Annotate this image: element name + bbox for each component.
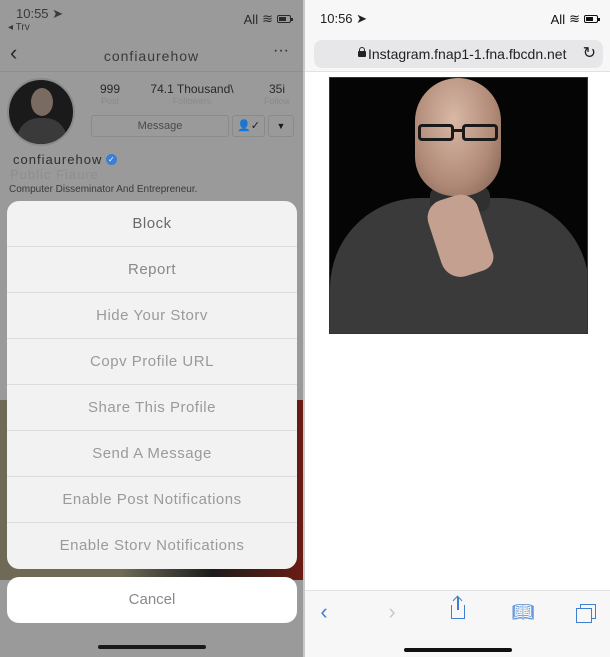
instagram-profile-screen: 10:55 ➤ ◂ Trv All ≋ ‹ confiaurehow ··· 9… [0, 0, 303, 657]
lock-icon [358, 47, 366, 57]
battery-icon [277, 15, 293, 23]
profile-stats: 999 Post 74.1 Thousand\ Followers 35i Fo… [100, 82, 290, 106]
action-report[interactable]: Report [7, 247, 297, 293]
share-icon [451, 597, 465, 619]
stat-label: Followers [172, 96, 212, 106]
action-hide-story[interactable]: Hide Your Storv [7, 293, 297, 339]
stat-followers[interactable]: 74.1 Thousand\ Followers [150, 82, 233, 106]
profile-category: Public Fiaure [10, 167, 99, 182]
back-to-app-link[interactable]: ◂ Trv [8, 22, 30, 33]
location-icon: ➤ [52, 6, 64, 21]
profile-title: confiaurehow [103, 48, 200, 64]
caret-down-icon: ▼ [276, 121, 286, 131]
tabs-icon [576, 604, 596, 623]
back-button[interactable]: ‹ [309, 599, 339, 625]
person-check-icon: 👤✓ [237, 120, 260, 132]
screenshot-composite: 10:55 ➤ ◂ Trv All ≋ ‹ confiaurehow ··· 9… [0, 0, 610, 657]
action-copy-profile-url[interactable]: Copv Profile URL [7, 339, 297, 385]
home-indicator[interactable] [404, 648, 512, 652]
battery-icon [584, 15, 600, 23]
address-bar-container: Instagram.fnap1-1.fna.fbcdn.net ↻ [305, 36, 610, 72]
carrier-label: All [550, 11, 566, 27]
stat-value: 74.1 Thousand\ [150, 82, 234, 96]
status-bar: 10:55 ➤ ◂ Trv All ≋ [0, 0, 303, 36]
stat-label: Follow [263, 96, 290, 106]
status-bar: 10:56 ➤ All ≋ [305, 0, 610, 36]
status-indicators: All ≋ [550, 11, 600, 27]
stat-value: 999 [100, 82, 121, 96]
address-bar[interactable]: Instagram.fnap1-1.fna.fbcdn.net ↻ [314, 40, 603, 68]
action-block[interactable]: Block [7, 201, 297, 247]
verified-badge-icon: ✓ [106, 154, 118, 165]
stat-label: Post [101, 96, 120, 106]
status-time: 10:55 ➤ [16, 6, 64, 21]
avatar-head [31, 88, 53, 116]
status-time: 10:56 ➤ [320, 11, 368, 26]
tabs-button[interactable] [571, 599, 601, 625]
profile-username: confiaurehow ✓ [13, 152, 118, 167]
share-button[interactable] [443, 597, 473, 625]
more-options-icon[interactable]: ··· [273, 42, 289, 60]
chevron-left-icon: ‹ [320, 599, 328, 624]
profile-bio: Computer Disseminator And Entrepreneur. [9, 184, 198, 195]
home-indicator[interactable] [98, 645, 206, 649]
suggestions-dropdown-button[interactable]: ▼ [268, 115, 294, 137]
action-enable-post-notifications[interactable]: Enable Post Notifications [7, 477, 297, 523]
stat-value: 35i [268, 82, 285, 96]
profile-photo-full [329, 77, 588, 334]
location-icon: ➤ [356, 11, 368, 26]
glasses-lens-right [462, 124, 498, 141]
glasses-lens-left [418, 124, 454, 141]
stat-following[interactable]: 35i Follow [264, 82, 290, 106]
action-share-profile[interactable]: Share This Profile [7, 385, 297, 431]
action-sheet: Block Report Hide Your Storv Copv Profil… [7, 201, 297, 569]
username-text: confiaurehow [13, 152, 103, 167]
reload-icon[interactable]: ↻ [583, 43, 596, 63]
book-icon: 📖︎ [511, 602, 535, 622]
carrier-label: All [243, 11, 259, 27]
glasses-bridge [454, 129, 462, 132]
stat-posts[interactable]: 999 Post [100, 82, 120, 106]
wifi-icon: ≋ [569, 11, 580, 26]
wifi-icon: ≋ [262, 11, 273, 26]
profile-avatar[interactable] [7, 78, 75, 146]
avatar-body [17, 118, 67, 144]
status-indicators: All ≋ [243, 11, 293, 27]
message-button[interactable]: Message [91, 115, 229, 137]
chevron-right-icon: › [388, 599, 396, 624]
cancel-button[interactable]: Cancel [7, 577, 297, 623]
forward-button[interactable]: › [377, 599, 407, 625]
bookmarks-button[interactable]: 📖︎ [508, 599, 538, 625]
action-enable-story-notifications[interactable]: Enable Storv Notifications [7, 523, 297, 569]
safari-toolbar: ‹ › 📖︎ [305, 590, 610, 657]
photo-glasses [416, 124, 502, 142]
profile-nav-bar: ‹ confiaurehow ··· [0, 36, 303, 72]
action-send-message[interactable]: Send A Message [7, 431, 297, 477]
following-button[interactable]: 👤✓ [232, 115, 265, 137]
safari-image-screen: 10:56 ➤ All ≋ Instagram.fnap1-1.fna.fbcd… [305, 0, 610, 657]
url-text: Instagram.fnap1-1.fna.fbcdn.net [368, 46, 567, 62]
